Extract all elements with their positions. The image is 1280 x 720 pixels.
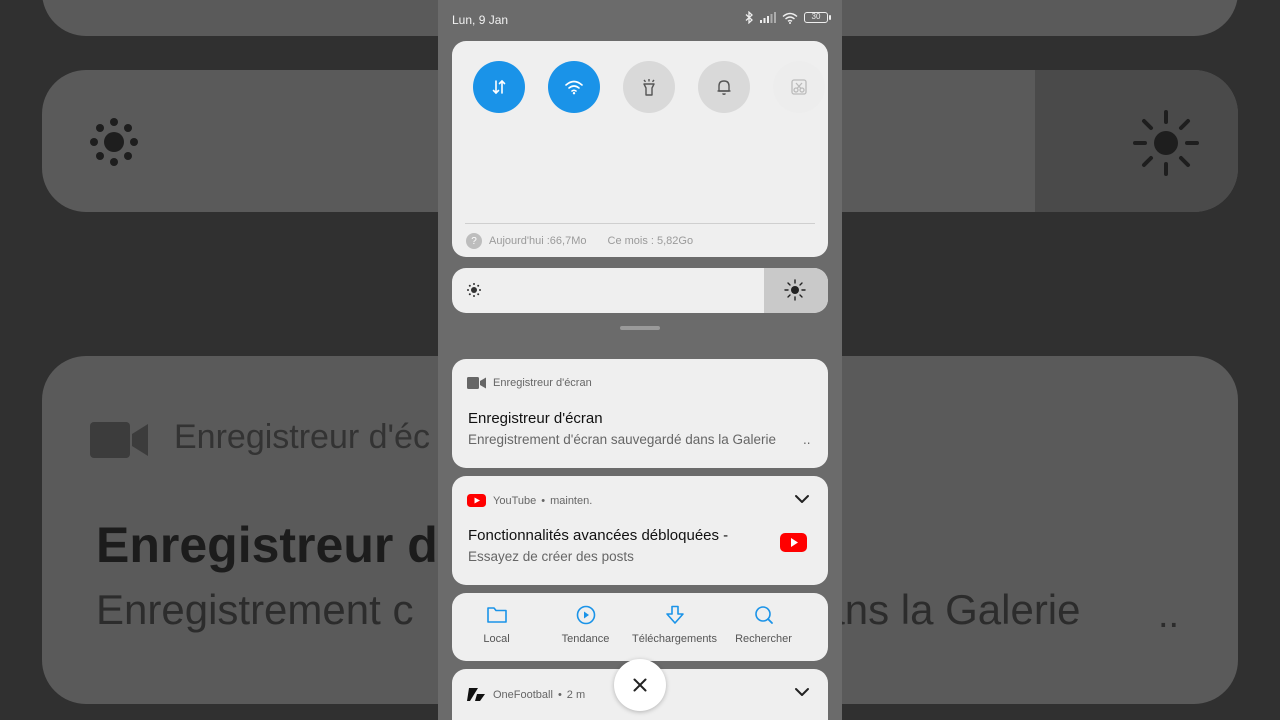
status-date: Lun, 9 Jan (452, 13, 509, 27)
data-month: Ce mois : 5,82Go (607, 235, 694, 247)
notification-screen-recorder[interactable]: Enregistreur d'écran Enregistreur d'écra… (452, 359, 828, 468)
close-icon (633, 678, 647, 692)
data-usage: ? Aujourd'hui :66,7Mo Ce mois : 5,82Go (466, 233, 693, 249)
chevron-down-icon[interactable] (794, 494, 810, 504)
brightness-high-icon (784, 279, 806, 301)
action-row: Local Tendance Téléchargements Recherche… (452, 605, 828, 645)
wifi-toggle[interactable] (548, 61, 600, 113)
action-label: Rechercher (735, 633, 792, 645)
action-trending[interactable]: Tendance (541, 605, 630, 645)
notification-header: OneFootball • 2 m (467, 687, 585, 702)
status-icons: 30 (744, 11, 831, 24)
brightness-low-icon (467, 283, 481, 297)
quick-toggles (473, 61, 825, 113)
signal-icon (760, 12, 776, 23)
brightness-slider[interactable] (452, 268, 828, 313)
bg-ellipsis: .. (1158, 594, 1180, 636)
youtube-actions: Local Tendance Téléchargements Recherche… (452, 593, 828, 661)
separator-dot: • (541, 494, 546, 507)
notification-time: mainten. (550, 494, 593, 507)
bg-title: Enregistreur d'e (96, 517, 478, 573)
wifi-status-icon (782, 12, 798, 24)
sound-toggle[interactable] (698, 61, 750, 113)
notification-ellipsis: .. (803, 432, 811, 447)
action-label: Local (483, 633, 510, 645)
scissors-icon (791, 79, 807, 95)
action-label: Tendance (561, 633, 610, 645)
youtube-logo-icon (467, 494, 486, 507)
notification-title: Enregistreur d'écran (468, 410, 603, 427)
brightness-level (764, 268, 828, 313)
data-arrows-icon (492, 79, 506, 95)
app-name: Enregistreur d'écran (493, 377, 592, 389)
flashlight-toggle[interactable] (623, 61, 675, 113)
help-icon[interactable]: ? (466, 233, 482, 249)
bg-app-name: Enregistreur d'éc (174, 418, 430, 456)
notification-header: Enregistreur d'écran (467, 377, 592, 389)
data-today: Aujourd'hui :66,7Mo (489, 235, 587, 247)
quick-settings-panel: ? Aujourd'hui :66,7Mo Ce mois : 5,82Go (452, 41, 828, 257)
play-circle-icon (576, 605, 595, 625)
chevron-down-icon[interactable] (794, 687, 810, 697)
drag-handle[interactable] (620, 326, 660, 330)
bg-camera-icon (90, 422, 148, 458)
search-icon (754, 606, 773, 624)
clear-all-button[interactable] (614, 659, 666, 711)
action-label: Téléchargements (632, 633, 717, 645)
notification-text: Essayez de créer des posts (468, 549, 634, 564)
separator-dot: • (557, 688, 562, 701)
youtube-large-icon (780, 533, 807, 552)
action-downloads[interactable]: Téléchargements (630, 605, 719, 645)
bluetooth-icon (745, 11, 753, 24)
screenshot-toggle[interactable] (773, 61, 825, 113)
notification-youtube[interactable]: YouTube • mainten. Fonctionnalités avanc… (452, 476, 828, 585)
flashlight-icon (643, 79, 655, 96)
bell-icon (717, 80, 731, 95)
bg-text-left: Enregistrement c (96, 586, 414, 633)
download-icon (665, 605, 684, 624)
onefootball-logo-icon (467, 687, 486, 702)
notification-header: YouTube • mainten. (467, 494, 592, 507)
notification-shade: Lun, 9 Jan 30 ? Aujourd'hui:66,7Mo Ce m… (438, 0, 842, 720)
mobile-data-toggle[interactable] (473, 61, 525, 113)
action-local[interactable]: Local (452, 605, 541, 645)
notification-time: 2 m (566, 688, 586, 701)
bg-brightness-low-icon (90, 118, 138, 166)
app-name: OneFootball (493, 688, 553, 701)
bg-brightness-fill (1035, 70, 1238, 212)
notification-title: Fonctionnalités avancées débloquées - (468, 527, 729, 544)
battery-icon: 30 (804, 12, 831, 23)
action-search[interactable]: Rechercher (719, 605, 808, 645)
bg-brightness-high-icon (1133, 110, 1199, 176)
qs-divider (465, 223, 815, 224)
status-bar: Lun, 9 Jan 30 (438, 0, 842, 40)
app-name: YouTube (493, 494, 537, 507)
folder-icon (486, 607, 507, 623)
video-camera-icon (467, 377, 486, 389)
wifi-icon (565, 80, 583, 95)
notification-text: Enregistrement d'écran sauvegardé dans l… (468, 432, 777, 447)
